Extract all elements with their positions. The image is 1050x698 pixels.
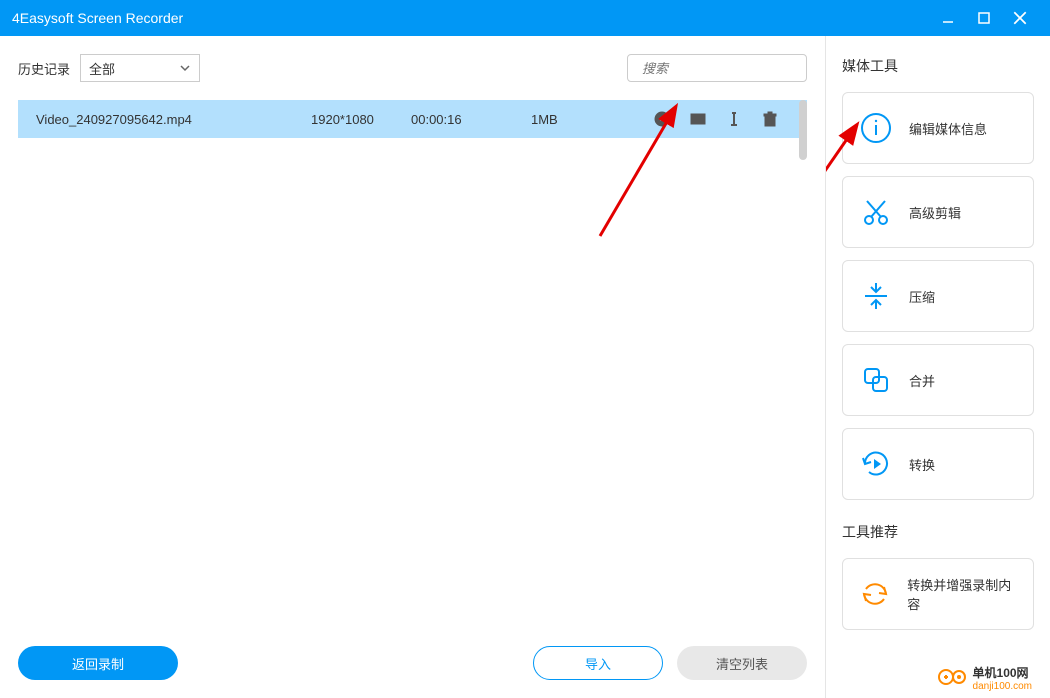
tool-convert-enhance[interactable]: 转换并增强录制内容 bbox=[842, 558, 1034, 630]
search-box[interactable] bbox=[627, 54, 807, 82]
info-icon bbox=[857, 109, 895, 147]
tool-merge[interactable]: 合并 bbox=[842, 344, 1034, 416]
history-list: Video_240927095642.mp4 1920*1080 00:00:1… bbox=[18, 100, 807, 634]
tool-edit-media-info[interactable]: 编辑媒体信息 bbox=[842, 92, 1034, 164]
maximize-button[interactable] bbox=[966, 0, 1002, 36]
open-folder-button[interactable] bbox=[689, 110, 707, 128]
tool-label: 高级剪辑 bbox=[909, 203, 961, 222]
tool-compress[interactable]: 压缩 bbox=[842, 260, 1034, 332]
filter-dropdown[interactable]: 全部 bbox=[80, 54, 200, 82]
tool-label: 转换并增强录制内容 bbox=[907, 575, 1019, 613]
search-input[interactable] bbox=[642, 61, 820, 76]
main-panel: 历史记录 全部 Video_240927095642.mp4 1920*1080… bbox=[0, 36, 825, 698]
delete-button[interactable] bbox=[761, 110, 779, 128]
minimize-button[interactable] bbox=[930, 0, 966, 36]
toolbar: 历史记录 全部 bbox=[18, 54, 807, 82]
filter-value: 全部 bbox=[89, 59, 115, 78]
import-button[interactable]: 导入 bbox=[533, 646, 663, 680]
watermark-logo-icon bbox=[937, 666, 967, 691]
watermark-text: 单机100网 bbox=[973, 664, 1032, 681]
tool-label: 压缩 bbox=[909, 287, 935, 306]
back-to-record-button[interactable]: 返回录制 bbox=[18, 646, 178, 680]
bottom-bar: 返回录制 导入 清空列表 bbox=[18, 634, 807, 680]
clear-list-button[interactable]: 清空列表 bbox=[677, 646, 807, 680]
side-panel: 媒体工具 编辑媒体信息 高级剪辑 压缩 bbox=[825, 36, 1050, 698]
titlebar: 4Easysoft Screen Recorder bbox=[0, 0, 1050, 36]
watermark-url: danji100.com bbox=[973, 681, 1032, 692]
compress-icon bbox=[857, 277, 895, 315]
scissors-icon bbox=[857, 193, 895, 231]
file-duration: 00:00:16 bbox=[411, 112, 531, 127]
chevron-down-icon bbox=[179, 62, 191, 74]
tool-label: 转换 bbox=[909, 455, 935, 474]
app-title: 4Easysoft Screen Recorder bbox=[12, 10, 930, 26]
merge-icon bbox=[857, 361, 895, 399]
history-label: 历史记录 bbox=[18, 59, 70, 78]
file-name: Video_240927095642.mp4 bbox=[36, 112, 311, 127]
edit-button[interactable] bbox=[725, 110, 743, 128]
watermark: 单机100网 danji100.com bbox=[937, 664, 1032, 692]
refresh-icon bbox=[857, 575, 893, 613]
list-scrollbar[interactable] bbox=[799, 100, 807, 634]
close-button[interactable] bbox=[1002, 0, 1038, 36]
recommend-title: 工具推荐 bbox=[842, 522, 1034, 542]
table-row[interactable]: Video_240927095642.mp4 1920*1080 00:00:1… bbox=[18, 100, 807, 138]
tool-label: 编辑媒体信息 bbox=[909, 119, 987, 138]
tool-advanced-trim[interactable]: 高级剪辑 bbox=[842, 176, 1034, 248]
play-button[interactable] bbox=[653, 110, 671, 128]
tool-label: 合并 bbox=[909, 371, 935, 390]
file-size: 1MB bbox=[531, 112, 631, 127]
file-resolution: 1920*1080 bbox=[311, 112, 411, 127]
convert-icon bbox=[857, 445, 895, 483]
media-tools-title: 媒体工具 bbox=[842, 56, 1034, 76]
tool-convert[interactable]: 转换 bbox=[842, 428, 1034, 500]
